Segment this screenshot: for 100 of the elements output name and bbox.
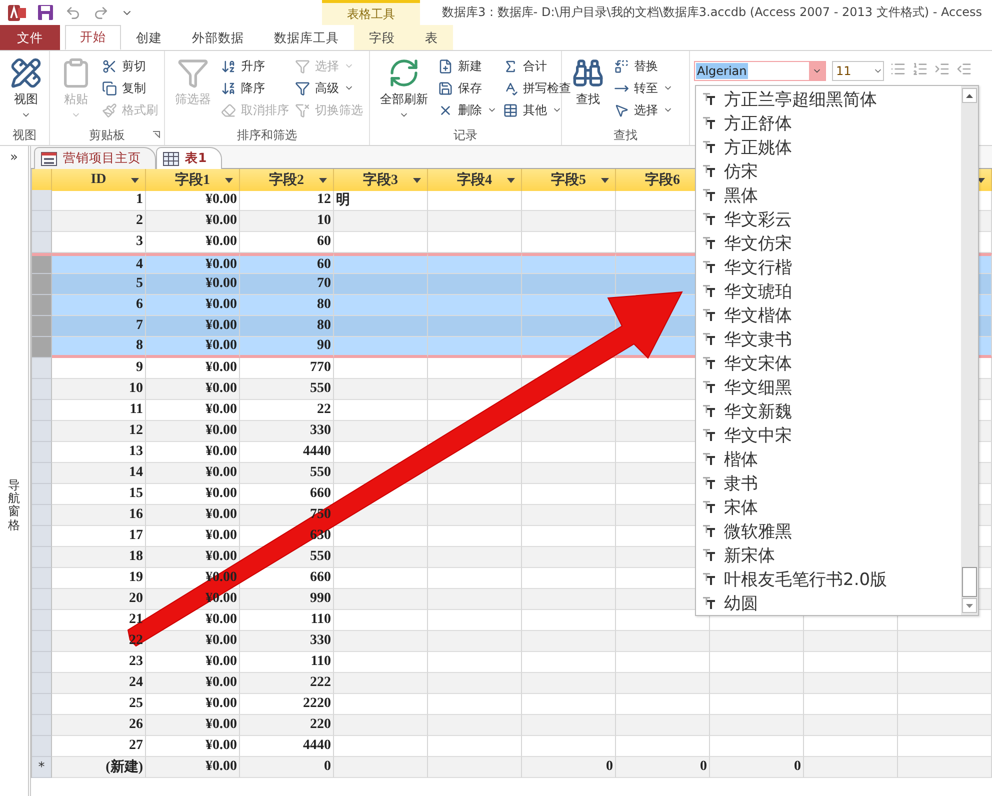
- record-selector[interactable]: [32, 421, 52, 442]
- scroll-up-icon[interactable]: [966, 94, 973, 98]
- font-list-item[interactable]: 方正舒体: [696, 111, 961, 135]
- column-header[interactable]: ID: [52, 169, 146, 191]
- record-selector[interactable]: [32, 631, 52, 652]
- ribbon-tab[interactable]: 表: [410, 25, 453, 50]
- scroll-down-icon[interactable]: [966, 604, 973, 608]
- record-selector[interactable]: [32, 274, 52, 295]
- nav-pane-toggle[interactable]: »: [10, 146, 18, 169]
- font-type-icon: [703, 285, 716, 297]
- record-selector[interactable]: [32, 505, 52, 526]
- ribbon-button[interactable]: 转至: [612, 77, 675, 99]
- ribbon-button[interactable]: 降序: [219, 77, 291, 99]
- record-selector[interactable]: [32, 190, 52, 211]
- font-list-item[interactable]: 宋体: [696, 495, 961, 519]
- ribbon-button[interactable]: 新建: [436, 55, 499, 77]
- font-list-item[interactable]: 新宋体: [696, 543, 961, 567]
- column-header[interactable]: 字段3: [334, 169, 428, 191]
- record-selector[interactable]: [32, 715, 52, 736]
- font-list-item[interactable]: 华文彩云: [696, 207, 961, 231]
- undo-icon[interactable]: [65, 4, 81, 20]
- record-selector[interactable]: [32, 316, 52, 337]
- record-selector[interactable]: [32, 211, 52, 232]
- document-tab[interactable]: 营销项目主页: [34, 147, 156, 169]
- record-selector[interactable]: [32, 526, 52, 547]
- record-selector[interactable]: [32, 589, 52, 610]
- font-list-item[interactable]: 微软雅黑: [696, 519, 961, 543]
- font-list-item[interactable]: 华文楷体: [696, 303, 961, 327]
- record-selector[interactable]: [32, 358, 52, 379]
- indent-icon[interactable]: [934, 61, 950, 77]
- record-selector[interactable]: [32, 652, 52, 673]
- ribbon-tab[interactable]: 字段: [354, 25, 410, 50]
- record-selector[interactable]: [32, 442, 52, 463]
- ribbon-button[interactable]: 替换: [612, 55, 675, 77]
- record-selector[interactable]: [32, 673, 52, 694]
- font-name-field[interactable]: Algerian: [694, 61, 826, 81]
- record-selector[interactable]: [32, 484, 52, 505]
- record-selector[interactable]: [32, 694, 52, 715]
- font-list-item[interactable]: 华文行楷: [696, 255, 961, 279]
- ribbon-tab[interactable]: 开始: [65, 25, 121, 50]
- outdent-icon[interactable]: [956, 61, 972, 77]
- record-selector[interactable]: [32, 337, 52, 358]
- column-header[interactable]: 字段5: [522, 169, 616, 191]
- font-list-item[interactable]: 华文新魏: [696, 399, 961, 423]
- table-cell: (新建): [52, 757, 146, 778]
- record-selector[interactable]: [32, 610, 52, 631]
- bullet-list-icon[interactable]: [890, 61, 906, 77]
- table-cell: 70: [240, 274, 334, 295]
- ribbon-button[interactable]: 保存: [436, 77, 499, 99]
- font-list-item[interactable]: 方正兰亭超细黑简体: [696, 87, 961, 111]
- font-list-item[interactable]: 楷体: [696, 447, 961, 471]
- font-list-item[interactable]: 华文细黑: [696, 375, 961, 399]
- font-size-field[interactable]: 11: [832, 61, 884, 81]
- font-list-item[interactable]: 方正姚体: [696, 135, 961, 159]
- font-list-item[interactable]: 华文琥珀: [696, 279, 961, 303]
- record-selector[interactable]: *: [32, 757, 52, 778]
- ribbon-button[interactable]: 拼写检查: [501, 77, 573, 99]
- record-selector[interactable]: [32, 253, 52, 274]
- ribbon-button[interactable]: 复制: [100, 77, 160, 99]
- column-header[interactable]: 字段1: [146, 169, 240, 191]
- ribbon-button[interactable]: 选择: [612, 99, 675, 121]
- table-cell: ¥0.00: [146, 316, 240, 337]
- ribbon-button[interactable]: 剪切: [100, 55, 160, 77]
- font-list-item[interactable]: 华文仿宋: [696, 231, 961, 255]
- ribbon-button[interactable]: 全部刷新: [376, 55, 432, 127]
- dialog-launcher-icon[interactable]: [153, 131, 160, 138]
- record-selector[interactable]: [32, 463, 52, 484]
- font-list-item[interactable]: 叶根友毛笔行书2.0版: [696, 567, 961, 591]
- record-selector[interactable]: [32, 400, 52, 421]
- ribbon-button[interactable]: 合计: [501, 55, 573, 77]
- ribbon-tab[interactable]: 文件: [0, 25, 60, 50]
- record-selector[interactable]: [32, 568, 52, 589]
- scrollbar[interactable]: [961, 86, 978, 615]
- column-header[interactable]: 字段4: [428, 169, 522, 191]
- ribbon-button[interactable]: 升序: [219, 55, 291, 77]
- record-selector[interactable]: [32, 295, 52, 316]
- document-tab[interactable]: 表1: [156, 147, 222, 169]
- record-selector[interactable]: [32, 736, 52, 757]
- numbered-list-icon[interactable]: [912, 61, 928, 77]
- ribbon-button[interactable]: 高级: [293, 77, 365, 99]
- font-list-item[interactable]: 幼圆: [696, 591, 961, 615]
- font-list-item[interactable]: 华文隶书: [696, 327, 961, 351]
- ribbon-button[interactable]: 视图: [6, 55, 46, 127]
- record-selector[interactable]: [32, 232, 52, 253]
- table-cell: 14: [52, 463, 146, 484]
- record-selector[interactable]: [32, 379, 52, 400]
- table-cell: ¥0.00: [146, 274, 240, 295]
- font-dropdown-button[interactable]: [809, 62, 825, 80]
- record-selector[interactable]: [32, 547, 52, 568]
- ribbon-button[interactable]: 其他: [501, 99, 573, 121]
- save-icon[interactable]: [38, 5, 53, 20]
- font-list-item[interactable]: 华文中宋: [696, 423, 961, 447]
- redo-icon[interactable]: [93, 4, 109, 20]
- ribbon-button[interactable]: 删除: [436, 99, 499, 121]
- scroll-thumb[interactable]: [962, 567, 977, 597]
- font-list-item[interactable]: 华文宋体: [696, 351, 961, 375]
- font-list-item[interactable]: 隶书: [696, 471, 961, 495]
- select-all-corner[interactable]: [32, 169, 52, 191]
- column-header[interactable]: 字段2: [240, 169, 334, 191]
- table-cell: 0: [240, 757, 334, 778]
